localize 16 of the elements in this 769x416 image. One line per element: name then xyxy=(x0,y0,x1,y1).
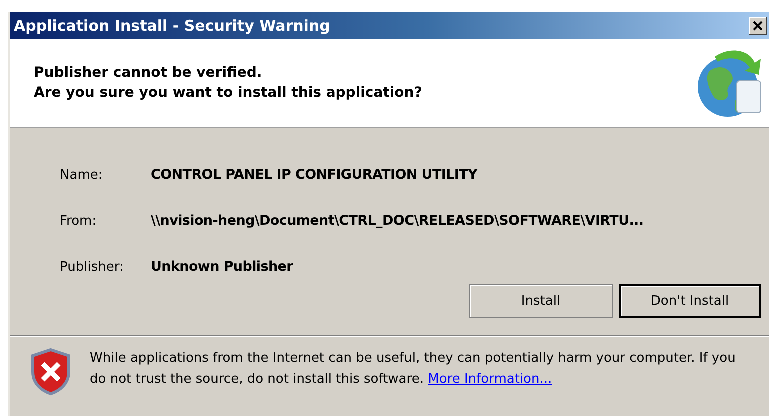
header-text: Publisher cannot be verified. xyxy=(34,65,264,81)
cancel-button[interactable]: Don't Install xyxy=(619,284,761,318)
field-label: Name: xyxy=(60,168,104,182)
more-information-link[interactable]: More Information... xyxy=(428,372,552,387)
field-value: \\nvision-heng\Document\CTRL_DOC\RELEASED\SOFTWARE\VIRTU... xyxy=(151,213,644,229)
field-label: From: xyxy=(60,214,98,228)
close-button[interactable] xyxy=(749,16,767,34)
field-value: CONTROL PANEL IP CONFIGURATION UTILITY xyxy=(151,167,478,183)
close-icon xyxy=(753,20,763,30)
warning-text: While applications from the Internet can be useful, they can potentially harm your computer. If you do not trust the source, do not install this software. More Information... xyxy=(90,350,737,389)
header-text: Are you sure you want to install this application? xyxy=(34,85,422,101)
field-value: Unknown Publisher xyxy=(151,259,294,275)
install-button[interactable]: Install xyxy=(469,284,613,318)
field-label: Publisher: xyxy=(60,260,125,274)
window-title: Application Install - Security Warning xyxy=(14,16,330,34)
shield-icon xyxy=(30,348,72,396)
